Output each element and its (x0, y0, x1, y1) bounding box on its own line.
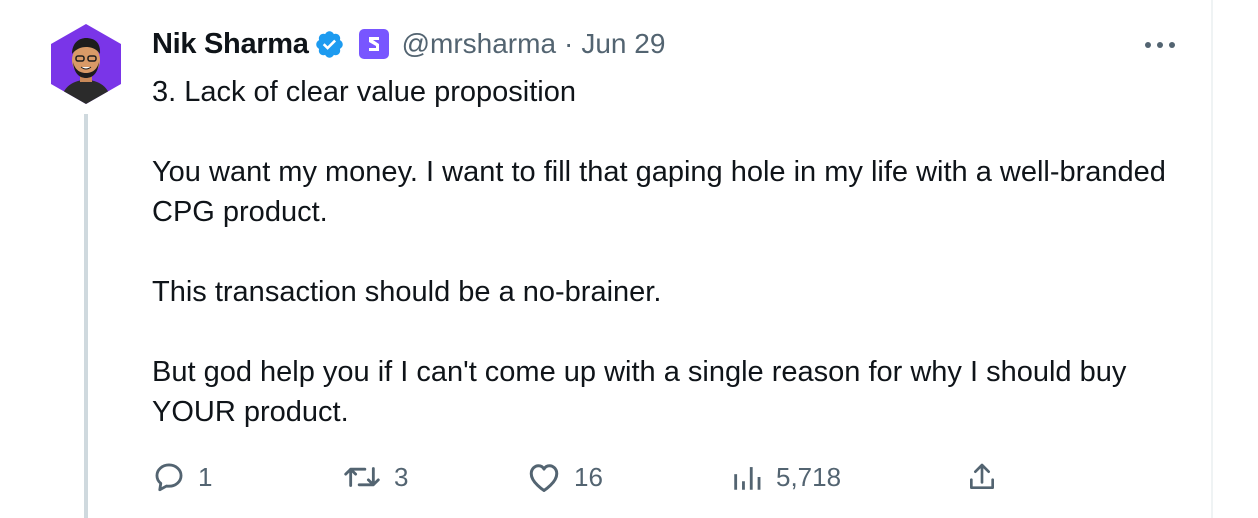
retweet-icon (344, 467, 380, 487)
author-handle[interactable]: @mrsharma (402, 28, 556, 60)
like-button[interactable]: 16 (526, 455, 603, 499)
views-count: 5,718 (776, 461, 842, 492)
avatar-illustration (51, 24, 121, 104)
verified-badge-icon[interactable] (314, 29, 345, 60)
like-count: 16 (574, 461, 603, 492)
tweet-card[interactable]: Nik Sharma @mrsharma · Jun 29 3. Lack of… (0, 0, 1258, 518)
views-button[interactable]: 5,718 (730, 455, 841, 499)
share-icon (970, 463, 994, 489)
reply-button[interactable]: 1 (152, 455, 212, 499)
retweet-count: 3 (394, 461, 409, 492)
avatar[interactable] (46, 24, 126, 104)
affiliate-badge-icon[interactable] (358, 29, 389, 59)
retweet-button[interactable]: 3 (342, 455, 408, 499)
tweet-paragraph: 3. Lack of clear value proposition (152, 76, 576, 108)
tweet-paragraph: But god help you if I can't come up with… (152, 356, 1127, 428)
reply-count: 1 (198, 461, 213, 492)
share-button[interactable] (966, 455, 998, 499)
author-name[interactable]: Nik Sharma (152, 28, 309, 61)
timeline-divider (1211, 0, 1213, 518)
reply-icon (155, 463, 183, 492)
tweet-paragraph: This transaction should be a no-brainer. (152, 276, 662, 308)
views-icon (734, 467, 761, 490)
tweet-text: 3. Lack of clear value proposition You w… (152, 72, 1192, 432)
more-options-icon[interactable] (1140, 30, 1180, 60)
tweet-actions: 1 3 16 5,718 (0, 455, 1258, 499)
tweet-date[interactable]: Jun 29 (581, 28, 665, 60)
tweet-paragraph: You want my money. I want to fill that g… (152, 156, 1166, 228)
heart-icon (529, 464, 559, 492)
tweet-header: Nik Sharma @mrsharma · Jun 29 (152, 24, 665, 64)
header-separator: · (564, 28, 574, 59)
